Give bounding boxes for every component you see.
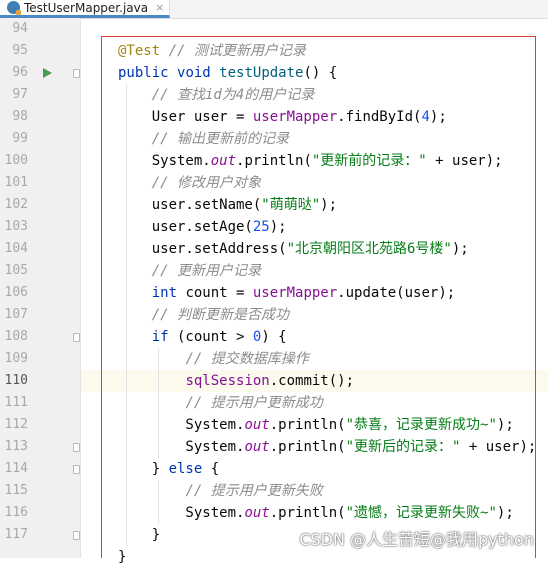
tab-testusermapper[interactable]: TestUserMapper.java ×: [0, 0, 170, 18]
line-number: 95: [12, 43, 28, 58]
run-test-icon[interactable]: [43, 68, 52, 78]
line-number: 99: [12, 131, 28, 146]
tab-filename: TestUserMapper.java: [24, 0, 149, 15]
line-number: 97: [12, 87, 28, 102]
line-number: 112: [4, 417, 28, 432]
line-number: 104: [4, 241, 28, 256]
watermark: CSDN @人生苦短@我用python: [299, 530, 534, 549]
line-number: 109: [4, 351, 28, 366]
fold-marker-icon[interactable]: [73, 443, 80, 452]
fold-marker-icon[interactable]: [73, 69, 80, 78]
fold-marker-icon[interactable]: [73, 333, 80, 342]
line-number: 106: [4, 285, 28, 300]
line-number: 114: [4, 461, 28, 476]
line-number: 115: [4, 483, 28, 498]
editor-tab-bar: TestUserMapper.java ×: [0, 0, 548, 19]
fold-marker-icon[interactable]: [73, 465, 80, 474]
line-number: 102: [4, 197, 28, 212]
line-number: 107: [4, 307, 28, 322]
line-number: 111: [4, 395, 28, 410]
line-number: 117: [4, 527, 28, 542]
fold-marker-icon[interactable]: [73, 531, 80, 540]
line-number: 101: [4, 175, 28, 190]
line-number: 96: [12, 65, 28, 80]
line-number: 94: [12, 21, 28, 36]
line-number: 113: [4, 439, 28, 454]
line-number: 98: [12, 109, 28, 124]
line-number: 116: [4, 505, 28, 520]
line-number: 108: [4, 329, 28, 344]
java-class-icon: [7, 1, 21, 15]
line-number: 105: [4, 263, 28, 278]
line-number: 100: [4, 153, 28, 168]
close-icon[interactable]: ×: [155, 1, 164, 14]
line-number: 103: [4, 219, 28, 234]
line-number: 110: [4, 373, 28, 388]
highlight-box: [101, 36, 536, 558]
